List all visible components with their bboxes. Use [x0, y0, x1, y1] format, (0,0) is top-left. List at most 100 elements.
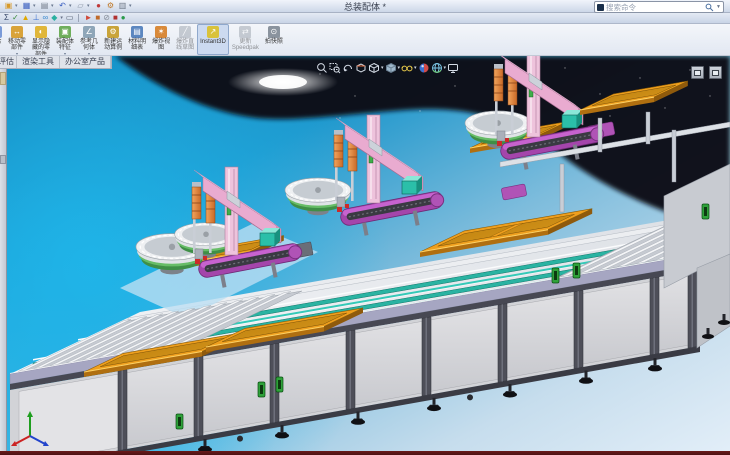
- button-label: 更新 Speedpak: [232, 39, 259, 52]
- mate-link-icon[interactable]: ∞: [43, 13, 49, 23]
- status-strip: [0, 451, 730, 455]
- window-icon[interactable]: ▭: [66, 13, 74, 23]
- dropdown-caret-icon[interactable]: ▾: [129, 3, 134, 9]
- exploded-view-icon: ✶: [155, 26, 167, 38]
- dropdown-caret-icon: ▾: [16, 52, 18, 55]
- red-icon[interactable]: ■: [113, 13, 118, 23]
- display-style-icon[interactable]: [385, 62, 397, 74]
- dropdown-caret-icon[interactable]: ▾: [87, 3, 92, 9]
- move-component-button[interactable]: ↔移动零 部件▾: [5, 24, 29, 55]
- apply-scene-icon[interactable]: [431, 62, 443, 74]
- quick-access-toolbar: ▣▾▦▾▤▾↶▾▱▾●⚙▥▾: [3, 1, 134, 11]
- options-icon[interactable]: ⚙: [105, 1, 116, 11]
- menu-toolbar: Σ✓▲⊥∞◆▾▭►■⊘■●: [0, 13, 730, 24]
- mate-icon: ∞: [0, 26, 2, 38]
- dropdown-caret-icon[interactable]: ▾: [381, 66, 384, 71]
- button-label: 参考几 何体: [80, 39, 98, 52]
- bill-of-materials-icon: ▤: [131, 26, 143, 38]
- sigma-icon[interactable]: Σ: [4, 13, 9, 23]
- new-motion-study-button[interactable]: ⚙新建运 动算例: [101, 24, 125, 55]
- button-label: 装配体 特征: [56, 39, 74, 52]
- assembly-features-icon: ▣: [59, 26, 71, 38]
- zoom-area-icon[interactable]: [329, 62, 341, 74]
- pane-restore-icon[interactable]: [691, 66, 704, 79]
- open-icon[interactable]: ▣: [3, 1, 14, 11]
- take-snapshot-icon: ⊙: [268, 26, 280, 38]
- instant3d-button[interactable]: ↗Instant3D: [197, 24, 229, 55]
- panel-grip-icon[interactable]: [0, 72, 6, 85]
- viewport-3d-scene[interactable]: [0, 56, 730, 451]
- button-label: 拍快照: [265, 39, 283, 45]
- move-component-icon: ↔: [11, 26, 23, 38]
- measure-icon[interactable]: ⊥: [33, 13, 40, 23]
- take-snapshot-button[interactable]: ⊙拍快照: [262, 24, 286, 55]
- panel-splitter-icon[interactable]: [0, 155, 6, 164]
- button-label: 材料明 细表: [128, 39, 146, 52]
- command-manager: ∞配合↔移动零 部件▾◐显示隐 藏的零 部件▾▣装配体 特征▾∠参考几 何体▾⚙…: [0, 24, 730, 56]
- check-icon[interactable]: ✓: [12, 13, 19, 23]
- tab-1[interactable]: 评估: [0, 56, 17, 68]
- tab-2[interactable]: 渲染工具: [17, 56, 60, 68]
- search-caret-icon[interactable]: ▼: [716, 4, 721, 10]
- select-icon[interactable]: ▱: [75, 1, 86, 11]
- pane-restore-icon-glyph: [694, 70, 701, 76]
- exploded-view-button[interactable]: ✶爆炸视 图: [149, 24, 173, 55]
- edit-appearance-icon[interactable]: [418, 62, 430, 74]
- update-speedpak-icon: ⇄: [239, 26, 251, 38]
- dropdown-caret-icon[interactable]: ▾: [444, 66, 447, 71]
- button-label: 显示隐 藏的零 部件: [32, 39, 50, 56]
- bill-of-materials-button[interactable]: ▤材料明 细表: [125, 24, 149, 55]
- command-search[interactable]: ▼: [594, 1, 724, 13]
- section-view-icon[interactable]: [355, 62, 367, 74]
- dropdown-caret-icon[interactable]: ▾: [414, 66, 417, 71]
- search-input[interactable]: [606, 3, 703, 12]
- light-flare-core: [259, 75, 307, 89]
- button-label: 新建运 动算例: [104, 39, 122, 52]
- button-label: 移动零 部件: [8, 39, 26, 52]
- view-orientation-icon[interactable]: [368, 62, 380, 74]
- dropdown-caret-icon: ▾: [64, 52, 66, 55]
- hide-show-items-icon[interactable]: [401, 62, 413, 74]
- dropdown-caret-icon[interactable]: ▾: [33, 3, 38, 9]
- motion-icon[interactable]: ►: [84, 13, 92, 23]
- tab-3[interactable]: 办公室产品: [60, 56, 111, 68]
- pane-display-icon[interactable]: [709, 66, 722, 79]
- dropdown-caret-icon[interactable]: ▾: [69, 3, 74, 9]
- pane-display-icon-glyph: [712, 70, 719, 76]
- search-icon[interactable]: [705, 3, 714, 12]
- component-icon[interactable]: ◆: [51, 13, 57, 23]
- dropdown-caret-icon[interactable]: ▾: [398, 66, 401, 71]
- save-icon[interactable]: ▦: [21, 1, 32, 11]
- display-pane-icon[interactable]: ▥: [117, 1, 128, 11]
- zoom-fit-icon[interactable]: [316, 62, 328, 74]
- dropdown-caret-icon: ▾: [88, 52, 90, 55]
- warning-icon[interactable]: ▲: [22, 13, 30, 23]
- dropdown-caret-icon[interactable]: ▾: [51, 3, 56, 9]
- title-bar: ▣▾▦▾▤▾↶▾▱▾●⚙▥▾ 总装配体 * ▼: [0, 0, 730, 13]
- assembly-features-button[interactable]: ▣装配体 特征▾: [53, 24, 77, 55]
- previous-view-icon[interactable]: [342, 62, 354, 74]
- reference-geometry-button[interactable]: ∠参考几 何体▾: [77, 24, 101, 55]
- cube-icon[interactable]: ■: [95, 13, 100, 23]
- no-icon[interactable]: ⊘: [103, 13, 110, 23]
- feature-manager-collapsed-strip[interactable]: [0, 68, 7, 451]
- show-hidden-components-icon: ◐: [35, 26, 47, 38]
- update-speedpak-button[interactable]: ⇄更新 Speedpak: [229, 24, 262, 55]
- dropdown-caret-icon[interactable]: ▾: [15, 3, 20, 9]
- explode-line-sketch-button[interactable]: ╱爆炸直 线草图: [173, 24, 197, 55]
- instant3d-icon: ↗: [207, 26, 219, 38]
- heads-up-view-toolbar: ▾ ▾ ▾ ▾: [316, 62, 459, 74]
- print-icon[interactable]: ▤: [39, 1, 50, 11]
- button-label: 配合: [0, 39, 2, 45]
- world-icon[interactable]: ●: [121, 13, 126, 23]
- undo-icon[interactable]: ↶: [57, 1, 68, 11]
- show-hidden-components-button[interactable]: ◐显示隐 藏的零 部件▾: [29, 24, 53, 55]
- view-settings-icon[interactable]: [447, 62, 459, 74]
- graphics-viewport[interactable]: ▾ ▾ ▾ ▾: [0, 56, 730, 451]
- button-label: Instant3D: [200, 39, 226, 45]
- button-label: 爆炸直 线草图: [176, 39, 194, 52]
- search-scope-icon[interactable]: [597, 4, 604, 11]
- rebuild-icon[interactable]: ●: [93, 1, 104, 11]
- document-title: 总装配体 *: [240, 0, 490, 13]
- caret-icon[interactable]: ▾: [60, 13, 63, 23]
